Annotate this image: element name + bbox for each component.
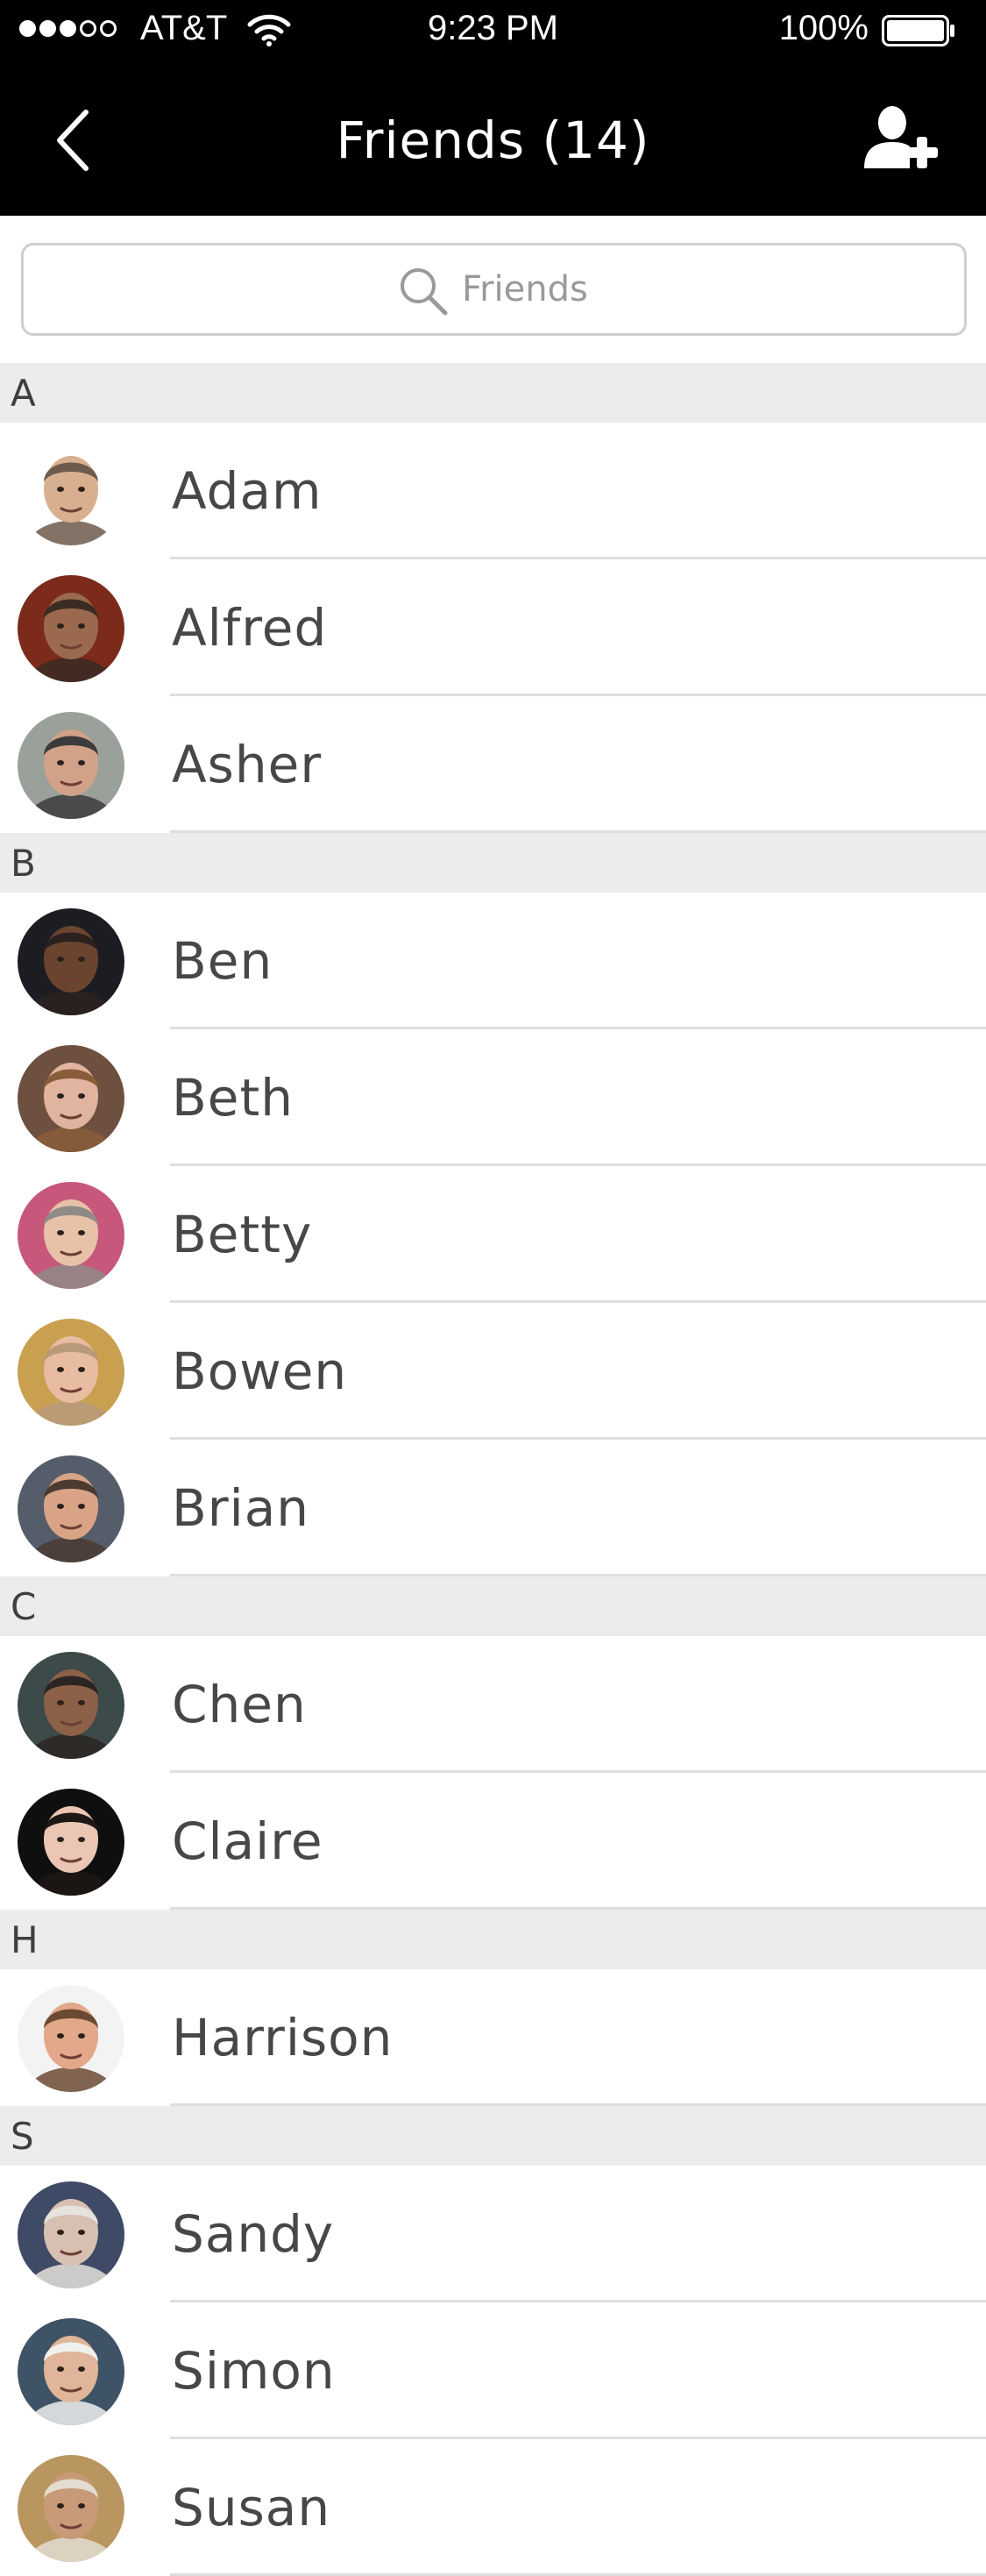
status-bar: AT&T 9:23 PM 100% bbox=[0, 0, 986, 60]
friend-row[interactable]: Asher bbox=[0, 696, 986, 833]
friend-name: Chen bbox=[172, 1675, 307, 1734]
battery-icon bbox=[882, 15, 954, 46]
friend-row[interactable]: Simon bbox=[0, 2302, 986, 2439]
friend-name: Sandy bbox=[172, 2204, 335, 2264]
avatar bbox=[18, 1652, 124, 1759]
section-header: H bbox=[0, 1910, 986, 1969]
avatar bbox=[18, 908, 124, 1015]
friend-row[interactable]: Bowen bbox=[0, 1303, 986, 1440]
avatar bbox=[18, 1045, 124, 1152]
friend-name: Bowen bbox=[172, 1341, 348, 1401]
avatar bbox=[18, 1985, 124, 2092]
friend-row[interactable]: Adam bbox=[0, 423, 986, 559]
section-letter: A bbox=[11, 372, 36, 415]
avatar bbox=[18, 1789, 124, 1896]
section-letter: C bbox=[11, 1585, 37, 1628]
search-bar[interactable] bbox=[21, 243, 967, 336]
avatar bbox=[18, 1182, 124, 1289]
friend-name: Beth bbox=[172, 1068, 294, 1128]
section-header: A bbox=[0, 363, 986, 423]
section-header: C bbox=[0, 1576, 986, 1636]
avatar bbox=[18, 2181, 124, 2288]
friend-row[interactable]: Claire bbox=[0, 1773, 986, 1910]
friend-name: Simon bbox=[172, 2341, 336, 2401]
friend-row[interactable]: Chen bbox=[0, 1636, 986, 1773]
friend-name: Asher bbox=[172, 735, 323, 794]
avatar bbox=[18, 712, 124, 819]
friend-row[interactable]: Sandy bbox=[0, 2166, 986, 2302]
friend-row[interactable]: Brian bbox=[0, 1440, 986, 1576]
avatar bbox=[18, 2455, 124, 2562]
avatar bbox=[18, 438, 124, 545]
avatar bbox=[18, 1319, 124, 1426]
friend-row[interactable]: Ben bbox=[0, 893, 986, 1029]
section-header: B bbox=[0, 833, 986, 893]
nav-bar: Friends (14) bbox=[0, 60, 986, 216]
avatar bbox=[18, 1455, 124, 1562]
page-title: Friends (14) bbox=[336, 110, 650, 170]
friend-name: Alfred bbox=[172, 598, 328, 658]
section-letter: B bbox=[11, 842, 36, 885]
friend-row[interactable]: Betty bbox=[0, 1166, 986, 1303]
friend-name: Susan bbox=[172, 2478, 331, 2537]
friend-row[interactable]: Harrison bbox=[0, 1969, 986, 2106]
friend-name: Brian bbox=[172, 1478, 310, 1538]
add-user-icon bbox=[864, 106, 938, 168]
friend-name: Betty bbox=[172, 1205, 313, 1264]
friend-row[interactable]: Alfred bbox=[0, 559, 986, 696]
section-header: S bbox=[0, 2106, 986, 2166]
friend-name: Harrison bbox=[172, 2008, 394, 2067]
battery-percent: 100% bbox=[778, 9, 869, 47]
search-input[interactable] bbox=[462, 261, 812, 317]
section-letter: H bbox=[11, 1918, 39, 1961]
friends-list: A Adam Alfred Asher B Ben Beth Betty Bowen Brian C… bbox=[0, 363, 986, 2576]
avatar bbox=[18, 575, 124, 682]
search-icon bbox=[401, 268, 448, 316]
friend-name: Ben bbox=[172, 931, 273, 991]
friend-name: Claire bbox=[172, 1811, 323, 1871]
add-friend-button[interactable] bbox=[862, 105, 940, 174]
friend-row[interactable]: Beth bbox=[0, 1029, 986, 1166]
search-area bbox=[0, 216, 986, 363]
friend-row[interactable]: Susan bbox=[0, 2439, 986, 2576]
section-letter: S bbox=[11, 2115, 34, 2158]
friend-name: Adam bbox=[172, 461, 323, 521]
avatar bbox=[18, 2318, 124, 2425]
